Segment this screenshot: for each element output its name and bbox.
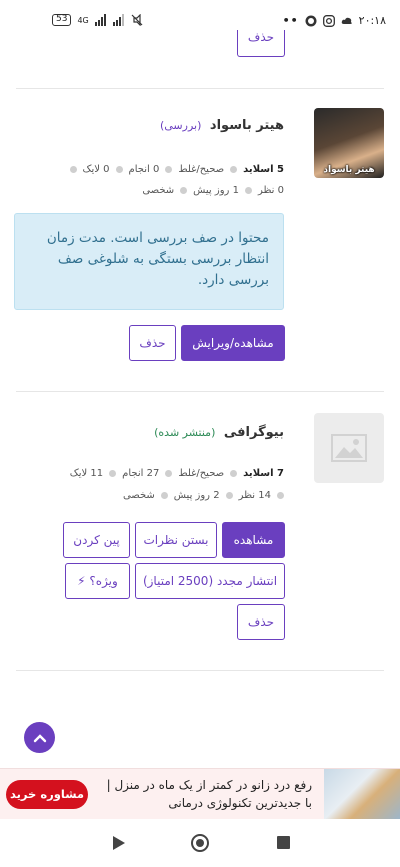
home-icon[interactable] (191, 834, 209, 852)
post-title[interactable]: هیتر باسواد (210, 118, 284, 133)
clock: ۲۰:۱۸ (358, 14, 386, 27)
visibility: شخصی (142, 185, 175, 196)
pin-button[interactable]: پین کردن (63, 522, 130, 558)
meta-dot (165, 470, 173, 477)
post-meta-row-2: 0 نظر 1 روز پیش شخصی (142, 185, 284, 196)
post-meta-row-2: 14 نظر 2 روز پیش شخصی (123, 490, 284, 501)
done-count: 27 انجام (122, 468, 160, 479)
time-ago: 2 روز پیش (173, 490, 220, 501)
instagram-icon (322, 14, 335, 27)
post-status: (بررسی) (159, 119, 202, 132)
meta-dot (160, 492, 168, 499)
slides-count: 5 اسلاید (243, 164, 284, 175)
post-title-row: بیوگرافی (منتشر شده) (154, 425, 284, 440)
view-edit-button[interactable]: مشاهده/ویرایش (181, 325, 285, 361)
meta-dot (244, 187, 252, 194)
status-bar: 53 4G •• ۲۰:۱۸ (0, 0, 400, 44)
comments-count: 14 نظر (238, 490, 271, 501)
post-thumbnail-placeholder[interactable] (314, 413, 384, 483)
close-comments-button[interactable]: بستن نظرات (135, 522, 217, 558)
system-nav-bar (0, 819, 400, 867)
post-meta-row-1: 5 اسلاید صحیح/غلط 0 انجام 0 لایک (69, 164, 284, 175)
meta-dot (230, 166, 238, 173)
quiz-type: صحیح/غلط (178, 164, 225, 175)
thumbnail-caption: هیتر باسواد (323, 165, 375, 175)
status-right: •• ۲۰:۱۸ (283, 14, 386, 27)
status-left: 53 4G (52, 14, 143, 26)
meta-dot (230, 470, 238, 477)
cloud-icon (341, 17, 352, 24)
meta-dot (277, 492, 284, 499)
post-status: (منتشر شده) (154, 426, 216, 439)
back-icon[interactable] (113, 836, 125, 850)
divider (16, 670, 384, 671)
ad-buy-button[interactable]: مشاوره خرید (6, 780, 88, 809)
signal-icon (94, 14, 106, 26)
meta-dot (165, 166, 173, 173)
likes-count: 11 لایک (69, 468, 104, 479)
visibility: شخصی (122, 490, 155, 501)
republish-button[interactable]: انتشار مجدد (2500 امتیاز) (135, 563, 285, 599)
chevron-up-icon (33, 733, 46, 742)
ad-banner[interactable]: رفع درد زانو در کمتر از یک ماه در منزل |… (0, 768, 400, 820)
special-button[interactable]: ⚡ ویژه؟ (65, 563, 130, 599)
likes-count: 0 لایک (82, 164, 110, 175)
post-meta-row-1: 7 اسلاید صحیح/غلط 27 انجام 11 لایک (70, 468, 284, 479)
delete-button[interactable]: حذف (237, 604, 285, 640)
divider (16, 391, 384, 392)
quiz-type: صحیح/غلط (178, 468, 225, 479)
delete-button[interactable]: حذف (129, 325, 176, 361)
divider (16, 88, 384, 89)
done-count: 0 انجام (128, 164, 160, 175)
battery-icon: 53 (52, 14, 72, 26)
view-button[interactable]: مشاهده (222, 522, 285, 558)
whatsapp-icon (305, 15, 317, 26)
ad-image[interactable] (324, 769, 400, 820)
comments-count: 0 نظر (257, 185, 284, 196)
post-title-row: هیتر باسواد (بررسی) (160, 118, 284, 133)
network-label: 4G (77, 15, 89, 25)
meta-dot (225, 492, 233, 499)
meta-dot (180, 187, 188, 194)
mute-icon (131, 14, 143, 26)
post-title[interactable]: بیوگرافی (224, 425, 284, 440)
meta-dot (115, 166, 123, 173)
time-ago: 1 روز پیش (193, 185, 239, 196)
review-notice: محتوا در صف بررسی است. مدت زمان انتظار ب… (14, 213, 284, 310)
meta-dot (109, 470, 117, 477)
recent-apps-icon[interactable] (277, 836, 290, 849)
signal-icon-2 (112, 14, 124, 26)
image-placeholder-icon (331, 434, 367, 462)
scroll-top-button[interactable] (24, 722, 55, 753)
meta-dot (69, 166, 77, 173)
slides-count: 7 اسلاید (243, 468, 284, 479)
post-thumbnail[interactable]: هیتر باسواد (314, 108, 384, 178)
prev-delete-button[interactable]: حذف (237, 30, 285, 57)
ad-text[interactable]: رفع درد زانو در کمتر از یک ماه در منزل |… (97, 776, 312, 812)
more-dots-icon: •• (282, 14, 299, 27)
